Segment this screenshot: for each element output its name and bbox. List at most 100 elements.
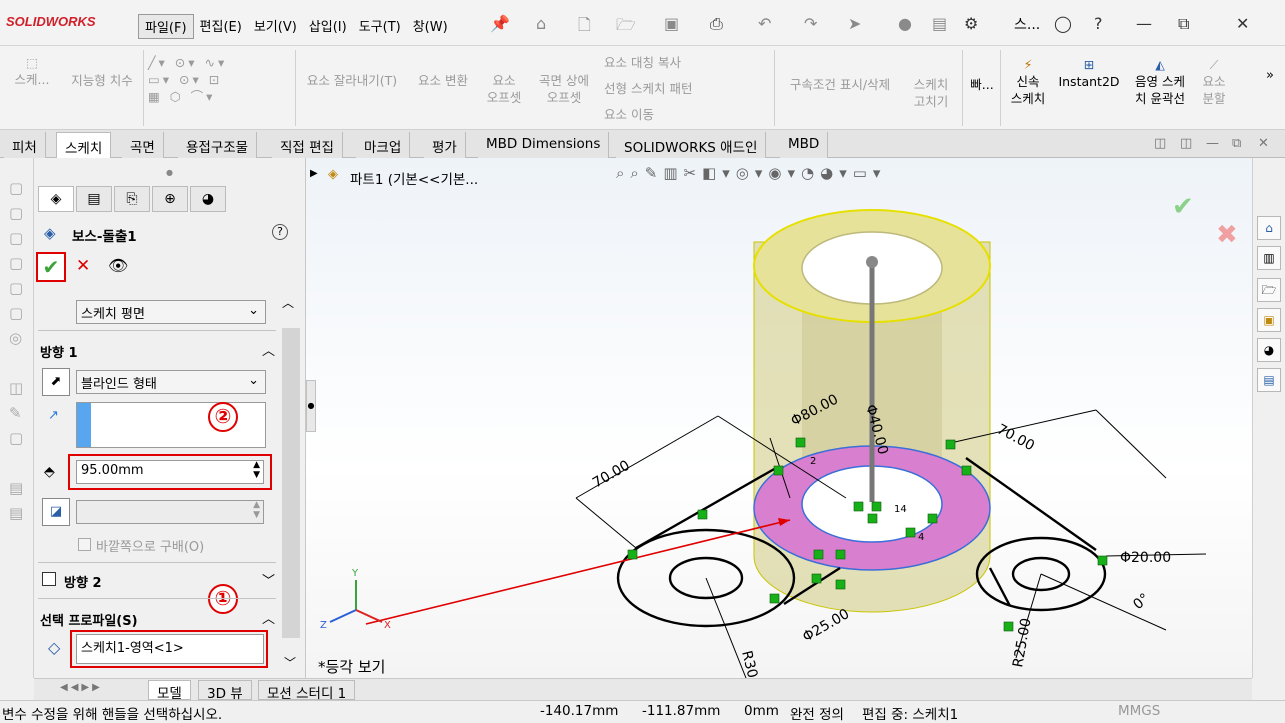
ok-button[interactable]: ✔ — [36, 252, 66, 282]
select-icon[interactable]: ➤ — [848, 14, 861, 33]
appearances-icon[interactable]: ◕ — [1257, 338, 1281, 362]
trim-entities-button[interactable]: 요소 잘라내기(T) — [300, 72, 404, 89]
tab-3d-view[interactable]: 3D 뷰 — [198, 680, 252, 702]
draft-angle-input[interactable]: ▲ ▼ — [76, 500, 264, 524]
scroll-down-icon[interactable]: ﹀ — [284, 654, 296, 671]
property-scrollbar[interactable] — [282, 328, 300, 638]
menu-tools[interactable]: 도구(T) — [353, 14, 407, 39]
collapse-direction1-icon[interactable]: ︿ — [262, 340, 275, 359]
print-icon[interactable]: ⎙ — [710, 14, 723, 34]
direction-vector-field[interactable] — [76, 402, 266, 448]
open-icon[interactable]: 🗁 — [616, 14, 636, 41]
display-manager-tab-icon[interactable]: ◕ — [190, 186, 226, 212]
tab-scroll-arrows-icon[interactable]: ◀◀▶▶ — [60, 682, 103, 693]
selected-contours-list[interactable]: 스케치1-영역<1> — [76, 634, 264, 664]
help-question-icon[interactable]: ? — [272, 224, 288, 240]
tab-addins[interactable]: SOLIDWORKS 애드인 — [616, 132, 767, 158]
linear-sketch-pattern-button[interactable]: 선형 스케치 패턴 — [604, 80, 754, 97]
tab-motion-study[interactable]: 모션 스터디 1 — [258, 680, 356, 702]
direction1-header[interactable]: 방향 1 — [40, 342, 78, 361]
panel-grip[interactable]: ● — [166, 168, 173, 177]
draft-outward-checkbox[interactable] — [78, 538, 91, 551]
collapse-contours-icon[interactable]: ︿ — [262, 608, 275, 627]
split-entities-button[interactable]: ⟋ 요소 분할 — [1196, 56, 1232, 107]
tab-evaluate[interactable]: 평가 — [424, 132, 466, 158]
offset-on-surface-button[interactable]: 곡면 상에 오프셋 — [532, 72, 596, 106]
direction2-header[interactable]: 방향 2 — [64, 572, 102, 591]
smart-dimension-button[interactable]: 지능형 치수 — [62, 72, 142, 89]
feature-manager-tab-icon[interactable]: ◈ — [38, 186, 74, 212]
pin-icon[interactable]: 📌 — [490, 14, 510, 33]
expand-direction2-icon[interactable]: ﹀ — [262, 570, 275, 589]
tab-mbd-dimensions[interactable]: MBD Dimensions — [478, 132, 610, 158]
restore-icon[interactable]: ⧉ — [1178, 14, 1189, 34]
display-delete-relations-button[interactable]: 구속조건 표시/삭제 — [778, 76, 902, 93]
reverse-direction-icon[interactable]: ⬈ — [42, 368, 70, 396]
selected-contours-header[interactable]: 선택 프로파일(S) — [40, 610, 138, 629]
help-icon[interactable]: ? — [1094, 14, 1103, 33]
menu-insert[interactable]: 삽입(I) — [303, 14, 353, 39]
depth-input[interactable]: 95.00mm ▲ ▼ — [76, 460, 264, 484]
end-condition-dropdown[interactable]: 블라인드 형태 ⌄ — [76, 370, 266, 394]
instant2d-button[interactable]: ⊞ Instant2D — [1056, 56, 1122, 90]
design-library-icon[interactable]: ▥ — [1257, 246, 1281, 270]
panel-left-icon[interactable]: ◫ — [1154, 136, 1166, 151]
move-entities-button[interactable]: 요소 이동 — [604, 106, 734, 123]
rebuild-icon[interactable]: ● — [898, 14, 912, 33]
spinner-icon[interactable]: ▲ ▼ — [253, 460, 260, 480]
view-palette-icon[interactable]: ▣ — [1257, 308, 1281, 332]
dim-70a[interactable]: 70.00 — [590, 458, 633, 492]
dim-r25[interactable]: R25.00 — [1010, 617, 1034, 669]
close-icon[interactable]: ✕ — [1236, 14, 1249, 33]
dim-d25[interactable]: Φ25.00 — [800, 606, 852, 645]
user-icon[interactable]: ◯ — [1054, 14, 1072, 33]
direction2-checkbox[interactable] — [42, 572, 56, 586]
sketch-entities-group[interactable]: ╱▾ ⊙▾ ∿▾ ▭▾ ⊙▾ ⊡ ▦ ⬡ ⌒▾ — [148, 54, 278, 105]
panel-collapse-handle[interactable]: ● — [306, 380, 316, 432]
feature-tree-icons[interactable]: ▢ ▢ ▢ ▢ ▢ ▢ ◎ ◫ ✎ ▢ ▤ ▤ — [9, 176, 23, 526]
dimxpert-tab-icon[interactable]: ⊕ — [152, 186, 188, 212]
file-explorer-icon[interactable]: 🗁 — [1257, 278, 1281, 302]
scroll-up-icon[interactable]: ︿ — [282, 294, 294, 311]
shaded-sketch-contours-button[interactable]: ◭ 음영 스케 치 윤곽선 — [1126, 56, 1194, 107]
preview-eye-icon[interactable]: 👁 — [108, 256, 128, 275]
convert-entities-button[interactable]: 요소 변환 — [412, 72, 474, 89]
tab-mbd[interactable]: MBD — [780, 132, 829, 158]
drag-handle[interactable] — [866, 256, 878, 268]
sketch-button[interactable]: ⬚ 스케... — [14, 54, 50, 88]
tab-features[interactable]: 피처 — [4, 132, 46, 158]
save-icon[interactable]: ▣ — [664, 14, 679, 33]
menu-window[interactable]: 창(W) — [407, 14, 454, 39]
status-units[interactable]: MMGS — [1118, 703, 1160, 719]
undo-icon[interactable]: ↶ — [758, 14, 771, 33]
configuration-manager-tab-icon[interactable]: ⎘ — [114, 186, 150, 212]
file-properties-icon[interactable]: ▤ — [932, 14, 947, 33]
menu-view[interactable]: 보기(V) — [248, 14, 303, 39]
dim-r30[interactable]: R30.0 — [738, 649, 763, 678]
repair-sketch-button[interactable]: 스케치 고치기 — [906, 76, 956, 110]
options-gear-icon[interactable]: ⚙ — [964, 14, 978, 33]
tab-restore-icon[interactable]: ⧉ — [1232, 136, 1241, 151]
from-dropdown[interactable]: 스케치 평면 ⌄ — [76, 300, 266, 324]
graphics-area[interactable]: ▶ ◈ 파트1 (기본<<기본... ⌕⌕✎▥✂◧▾◎▾◉▾◔◕▾▭▾ Φ80.… — [306, 158, 1252, 678]
draft-icon[interactable]: ◪ — [42, 498, 70, 526]
tab-close-icon[interactable]: ✕ — [1258, 136, 1269, 151]
rapid-sketch-button[interactable]: ⚡ 신속 스케치 — [1004, 56, 1052, 107]
confirm-corner-cancel-icon[interactable]: ✖ — [1216, 220, 1238, 250]
home-icon[interactable]: ⌂ — [536, 14, 546, 33]
mirror-entities-button[interactable]: 요소 대칭 복사 — [604, 54, 734, 71]
minimize-icon[interactable]: — — [1136, 14, 1152, 33]
menu-edit[interactable]: 편집(E) — [194, 14, 248, 39]
tab-markup[interactable]: 마크업 — [356, 132, 411, 158]
dim-angle[interactable]: 0° — [1130, 591, 1152, 613]
offset-entities-button[interactable]: 요소 오프셋 — [480, 72, 528, 106]
new-document-icon[interactable]: 🗋 — [578, 14, 591, 41]
confirm-corner-ok-icon[interactable]: ✔ — [1172, 192, 1194, 222]
resources-home-icon[interactable]: ⌂ — [1257, 216, 1281, 240]
dim-70b[interactable]: 70.00 — [994, 421, 1037, 454]
tab-weldments[interactable]: 용접구조물 — [178, 132, 258, 158]
tab-direct-editing[interactable]: 직접 편집 — [272, 132, 343, 158]
tab-minimize-icon[interactable]: — — [1206, 136, 1219, 151]
quick-snaps-button[interactable]: 빠... — [964, 76, 1000, 93]
cancel-button[interactable]: ✕ — [76, 256, 90, 276]
